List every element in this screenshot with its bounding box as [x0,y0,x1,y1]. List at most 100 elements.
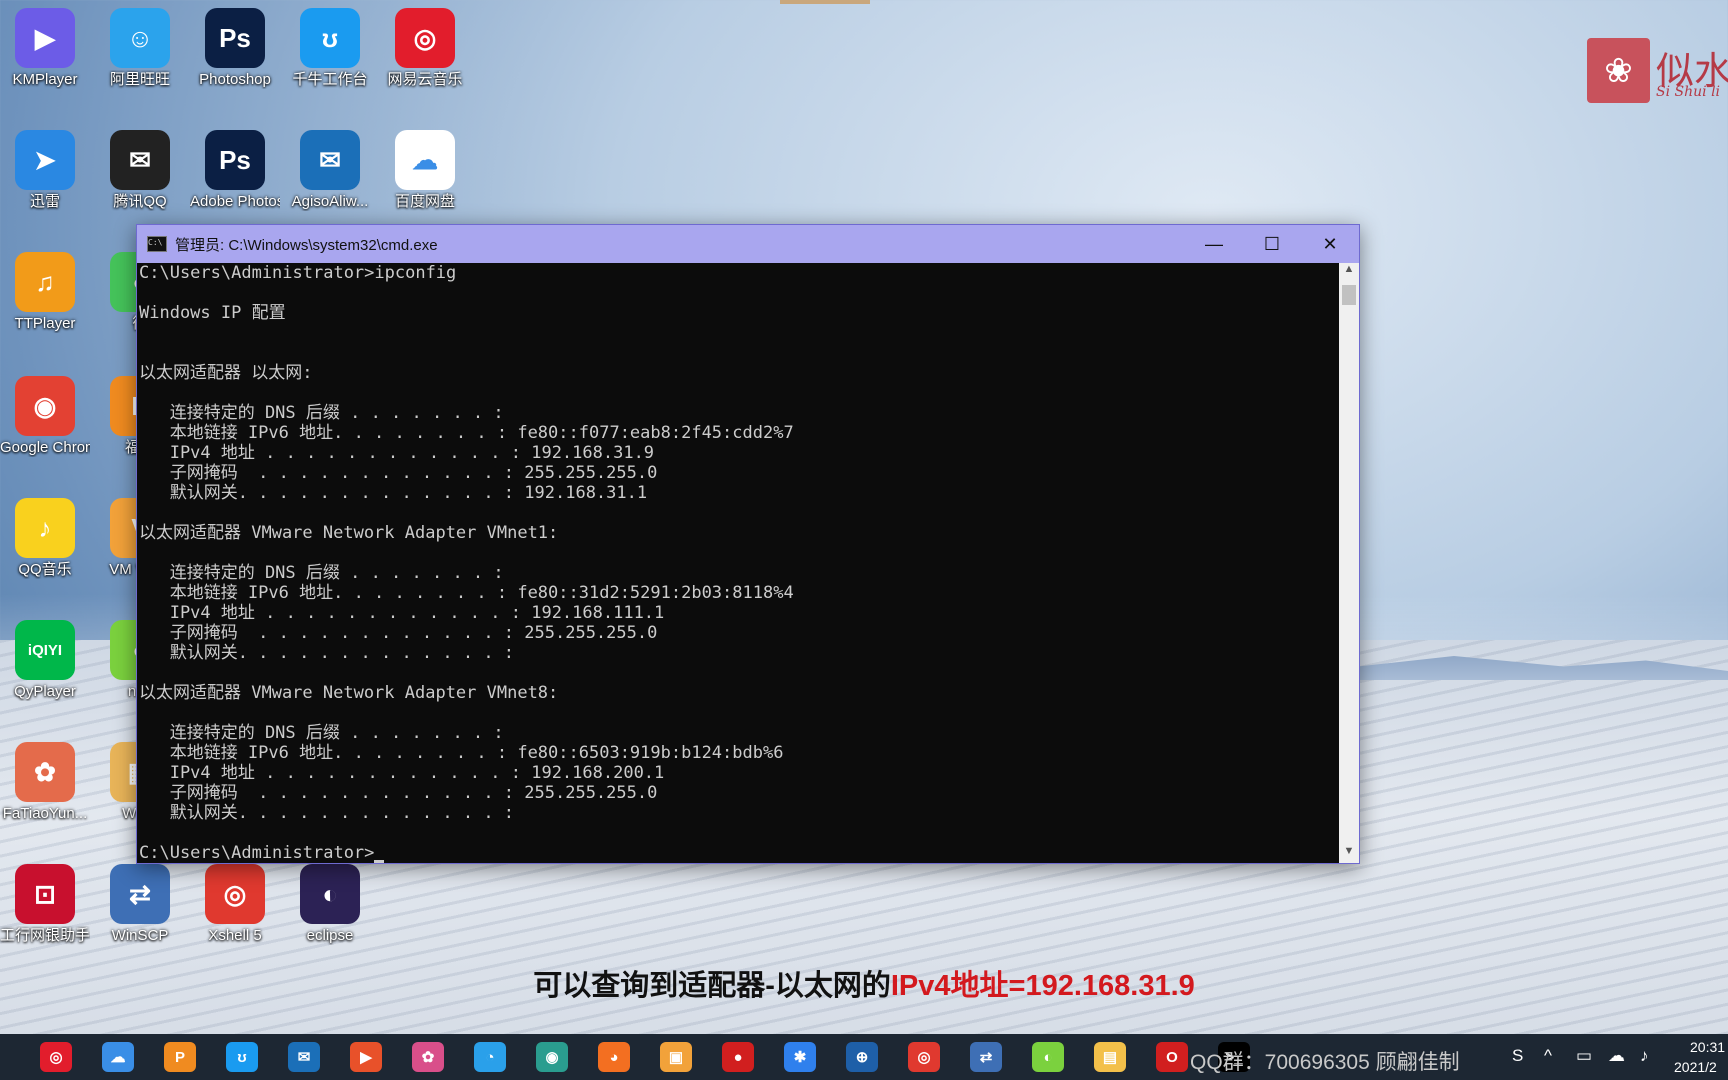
desktop-icon[interactable]: ⇄ WinSCP [95,864,185,945]
desktop-icon[interactable]: ➤ 迅雷 [0,130,90,211]
taskbar-netease-music-icon[interactable]: ◎ [40,1042,72,1072]
taskbar-recorder-icon[interactable]: ● [722,1042,754,1072]
desktop-icon[interactable]: ☁ 百度网盘 [380,130,470,211]
vertical-scrollbar[interactable]: ▲ ▼ [1339,263,1359,863]
console-line: Windows IP 配置 [139,303,286,323]
desktop-icon-label: eclipse [306,927,354,944]
maximize-button[interactable]: ☐ [1243,225,1301,263]
desktop-icon[interactable]: Ps Photoshop [190,8,280,89]
console-output[interactable]: C:\Users\Administrator>ipconfig Windows I… [137,263,1339,863]
desktop-icon[interactable]: ◎ Xshell 5 [190,864,280,945]
taskbar-file-explorer-icon[interactable]: ▤ [1094,1042,1126,1072]
scroll-down-icon[interactable]: ▼ [1339,845,1359,863]
app-icon: ☁ [395,130,455,190]
desktop-icon[interactable]: ◎ 网易云音乐 [380,8,470,89]
desktop-icon-label: Google Chrome [0,439,90,456]
desktop-icon[interactable]: ʊ 千牛工作台 [285,8,375,89]
taskbar-green-app-icon[interactable]: ◐ [1032,1042,1064,1072]
video-subtitle: 可以查询到适配器-以太网的IPv4地址=192.168.31.9 [0,962,1728,1004]
cmd-window[interactable]: C:\ 管理员: C:\Windows\system32\cmd.exe — ☐… [136,224,1360,864]
desktop-icon-label: KMPlayer [12,71,78,88]
app-icon: Ps [205,8,265,68]
desktop-icon[interactable]: ✿ FaTiaoYun... [0,742,90,823]
clock-time[interactable]: 20:31 [1690,1039,1725,1055]
console-line: 子网掩码 . . . . . . . . . . . . : 255.255.2… [139,463,658,483]
top-thumbnail [780,0,870,4]
desktop-icon-label: Xshell 5 [208,927,262,944]
app-icon: ◐ [300,864,360,924]
desktop-icon-label: 千牛工作台 [292,71,368,88]
clock-date[interactable]: 2021/2 [1674,1059,1717,1075]
taskbar-flag-app-icon[interactable]: ▶ [350,1042,382,1072]
console-line: IPv4 地址 . . . . . . . . . . . . : 192.16… [139,763,665,783]
taskbar-edge-icon[interactable]: ◉ [536,1042,568,1072]
desktop-icon[interactable]: ♫ TTPlayer [0,252,90,333]
cmd-titlebar[interactable]: C:\ 管理员: C:\Windows\system32\cmd.exe — ☐… [137,225,1359,263]
app-icon: ◎ [205,864,265,924]
desktop-icon-label: QQ音乐 [18,561,72,578]
minimize-button[interactable]: — [1185,225,1243,263]
scroll-thumb[interactable] [1342,285,1356,305]
console-line: IPv4 地址 . . . . . . . . . . . . : 192.16… [139,443,655,463]
taskbar-firefox-icon[interactable]: ◕ [598,1042,630,1072]
desktop-icon[interactable]: ✉ AgisoAliw... [285,130,375,211]
desktop-icon-label: 腾讯QQ [113,193,167,210]
app-icon: ➤ [15,130,75,190]
console-line: 本地链接 IPv6 地址. . . . . . . . : fe80::f077… [139,423,794,443]
taskbar-network-tool-icon[interactable]: ✱ [784,1042,816,1072]
desktop-icon[interactable]: ◐ eclipse [285,864,375,945]
tray-icon[interactable]: ☁ [1608,1046,1625,1066]
taskbar-opera-icon[interactable]: O [1156,1042,1188,1072]
text-cursor [374,860,385,863]
app-icon: ʊ [300,8,360,68]
taskbar-qianniu-icon[interactable]: ʊ [226,1042,258,1072]
taskbar-agiso-icon[interactable]: ✉ [288,1042,320,1072]
console-line: 以太网适配器 VMware Network Adapter VMnet8: [139,683,559,703]
console-line: 子网掩码 . . . . . . . . . . . . : 255.255.2… [139,783,658,803]
taskbar-foxit-icon[interactable]: P [164,1042,196,1072]
scroll-up-icon[interactable]: ▲ [1339,263,1359,281]
app-icon: Ps [205,130,265,190]
desktop-icon-label: FaTiaoYun... [2,805,88,822]
taskbar-fatiaoyun-icon[interactable]: ✿ [412,1042,444,1072]
app-icon: ◎ [395,8,455,68]
console-line: C:\Users\Administrator>ipconfig [139,263,457,283]
desktop-icon[interactable]: ◉ Google Chrome [0,376,90,457]
desktop-icon-label: Photoshop [199,71,271,88]
app-icon: ♫ [15,252,75,312]
desktop-icon[interactable]: ☺ 阿里旺旺 [95,8,185,89]
taskbar-remote-tool-icon[interactable]: ⊕ [846,1042,878,1072]
app-icon: ✉ [110,130,170,190]
app-icon: ▶ [15,8,75,68]
desktop-icon[interactable]: ▶ KMPlayer [0,8,90,89]
desktop-icon[interactable]: iQIYI QyPlayer [0,620,90,701]
taskbar-vmware-icon[interactable]: ▣ [660,1042,692,1072]
console-line: 默认网关. . . . . . . . . . . . . : [139,643,515,663]
taskbar-baidu-netdisk-icon[interactable]: ☁ [102,1042,134,1072]
desktop-icon[interactable]: ✉ 腾讯QQ [95,130,185,211]
desktop-icon[interactable]: ⊡ 工行网银助手 [0,864,90,945]
taskbar-winscp-icon[interactable]: ⇄ [970,1042,1002,1072]
desktop-icon-label: 阿里旺旺 [109,71,170,88]
desktop-icon[interactable]: ♪ QQ音乐 [0,498,90,579]
close-icon: ✕ [1322,233,1338,254]
console-line: 子网掩码 . . . . . . . . . . . . : 255.255.2… [139,623,658,643]
tray-icon[interactable]: ▭ [1576,1046,1592,1066]
tray-icon[interactable]: ♪ [1640,1046,1649,1066]
console-line: C:\Users\Administrator> [139,843,1339,863]
app-icon: ✿ [15,742,75,802]
tray-icon[interactable]: S [1512,1046,1523,1066]
desktop-icon-label: 百度网盘 [394,193,455,210]
desktop-icon[interactable]: Ps Adobe Photosh [190,130,280,211]
tray-icon[interactable]: ^ [1544,1046,1552,1066]
taskbar-xshell-icon[interactable]: ◎ [908,1042,940,1072]
taskbar-overlay-text: QQ群：700696305 顾翩佳制 [1190,1051,1460,1074]
desktop-icon-label: 迅雷 [29,193,60,210]
taskbar-qq-search-icon[interactable]: ◔ [474,1042,506,1072]
desktop-icon-label: 网易云音乐 [387,71,463,88]
console-line: 以太网适配器 VMware Network Adapter VMnet1: [139,523,559,543]
close-button[interactable]: ✕ [1301,225,1359,263]
